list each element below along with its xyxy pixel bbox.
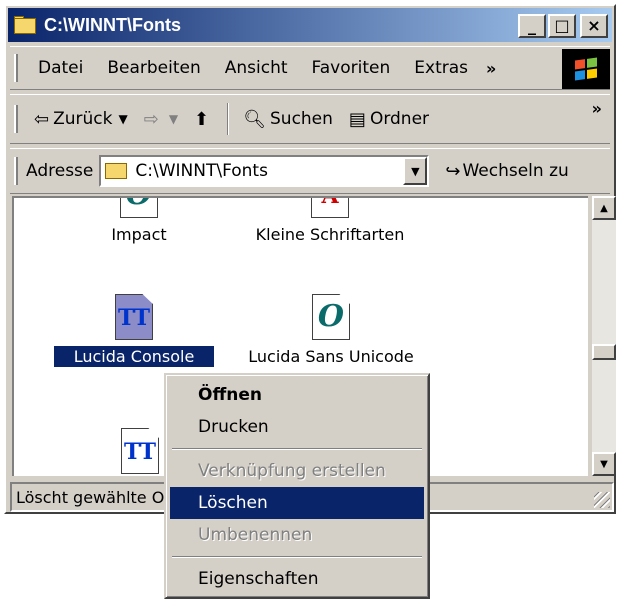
toolbar-grip[interactable] (14, 105, 18, 133)
address-bar: Adresse C:\WINNT\Fonts ▼ ↪ Wechseln zu (10, 148, 610, 194)
go-label: Wechseln zu (462, 161, 569, 181)
menu-overflow-chevron-icon[interactable]: » (486, 59, 496, 78)
search-button[interactable]: 🔍︎ Suchen (235, 109, 341, 130)
back-label: Zurück (53, 109, 113, 129)
folders-icon: ▤ (348, 108, 366, 130)
folder-icon (105, 163, 128, 179)
window-title: C:\WINNT\Fonts (44, 14, 181, 35)
font-file-icon: TT (121, 428, 159, 474)
maximize-button[interactable]: □ (548, 14, 576, 38)
menu-extras[interactable]: Extras (402, 58, 480, 78)
forward-button[interactable]: ⇨ ▼ (136, 109, 186, 130)
font-file-icon: TT (115, 294, 153, 340)
font-file-icon: O (120, 198, 158, 218)
toolbar-overflow-chevron-icon[interactable]: » (592, 99, 602, 118)
menu-separator (172, 448, 422, 450)
search-icon: 🔍︎ (243, 108, 266, 130)
file-item-lucida-console[interactable]: TT Lucida Console (53, 294, 215, 368)
font-file-icon: A (311, 198, 349, 218)
context-menu: Öffnen Drucken Verknüpfung erstellen Lös… (164, 373, 430, 599)
forward-dropdown-icon[interactable]: ▼ (169, 112, 178, 126)
menu-item-verknuepfung-erstellen: Verknüpfung erstellen (198, 461, 386, 481)
folder-icon (14, 16, 38, 34)
title-bar[interactable]: C:\WINNT\Fonts _ □ × (8, 8, 612, 42)
address-value: C:\WINNT\Fonts (135, 161, 268, 181)
up-folder-button[interactable]: ⬆ (186, 109, 221, 130)
scroll-thumb[interactable] (592, 344, 616, 360)
forward-arrow-icon: ⇨ (143, 108, 159, 130)
file-label: Impact (111, 225, 167, 244)
minimize-button[interactable]: _ (518, 14, 546, 38)
status-text: Löscht gewählte O (16, 487, 165, 507)
file-item-lucida-sans-unicode[interactable]: O Lucida Sans Unicode (236, 294, 426, 367)
up-folder-icon: ⬆ (194, 108, 210, 130)
menu-favoriten[interactable]: Favoriten (300, 58, 403, 78)
scroll-down-icon[interactable]: ▼ (592, 452, 616, 476)
vertical-scrollbar[interactable]: ▲ ▼ (592, 196, 616, 476)
search-label: Suchen (270, 109, 333, 129)
go-button[interactable]: ↪ Wechseln zu (445, 161, 568, 182)
back-button[interactable]: ⇦ Zurück ▼ (26, 109, 136, 130)
scroll-up-icon[interactable]: ▲ (592, 196, 616, 220)
go-arrow-icon: ↪ (445, 160, 461, 182)
back-dropdown-icon[interactable]: ▼ (118, 112, 127, 126)
windows-logo-icon (562, 49, 610, 89)
standard-toolbar: ⇦ Zurück ▼ ⇨ ▼ ⬆ 🔍︎ Suchen ▤ Ordner » (10, 94, 610, 144)
menu-datei[interactable]: Datei (26, 58, 95, 78)
menubar-grip[interactable] (14, 54, 18, 82)
close-button[interactable]: × (580, 14, 608, 38)
menu-separator (172, 556, 422, 558)
menu-bearbeiten[interactable]: Bearbeiten (95, 58, 212, 78)
font-file-icon: O (312, 294, 350, 340)
toolbar-separator (227, 103, 230, 135)
file-label: Lucida Sans Unicode (248, 347, 414, 366)
window-controls: _ □ × (518, 14, 608, 38)
menu-item-drucken[interactable]: Drucken (170, 411, 424, 443)
address-input[interactable]: C:\WINNT\Fonts ▼ (99, 155, 430, 187)
file-label: Lucida Console (53, 345, 215, 368)
menu-item-oeffnen[interactable]: Öffnen (170, 379, 424, 411)
menu-item-eigenschaften[interactable]: Eigenschaften (170, 563, 424, 595)
resize-grip-icon[interactable] (594, 492, 610, 508)
folders-button[interactable]: ▤ Ordner (341, 109, 437, 130)
menu-ansicht[interactable]: Ansicht (213, 58, 300, 78)
folders-label: Ordner (369, 109, 430, 129)
addressbar-grip[interactable] (14, 157, 18, 185)
menu-item-loeschen[interactable]: Löschen (170, 487, 424, 519)
back-arrow-icon: ⇦ (34, 108, 50, 130)
address-label: Adresse (26, 161, 94, 181)
file-item-kleine-schriftarten[interactable]: A Kleine Schriftarten (240, 198, 420, 245)
menu-bar: Datei Bearbeiten Ansicht Favoriten Extra… (10, 46, 610, 90)
address-dropdown-icon[interactable]: ▼ (403, 157, 428, 185)
file-label: Kleine Schriftarten (255, 225, 405, 244)
file-item-impact[interactable]: O Impact (84, 198, 194, 245)
menu-item-umbenennen: Umbenennen (198, 525, 313, 545)
